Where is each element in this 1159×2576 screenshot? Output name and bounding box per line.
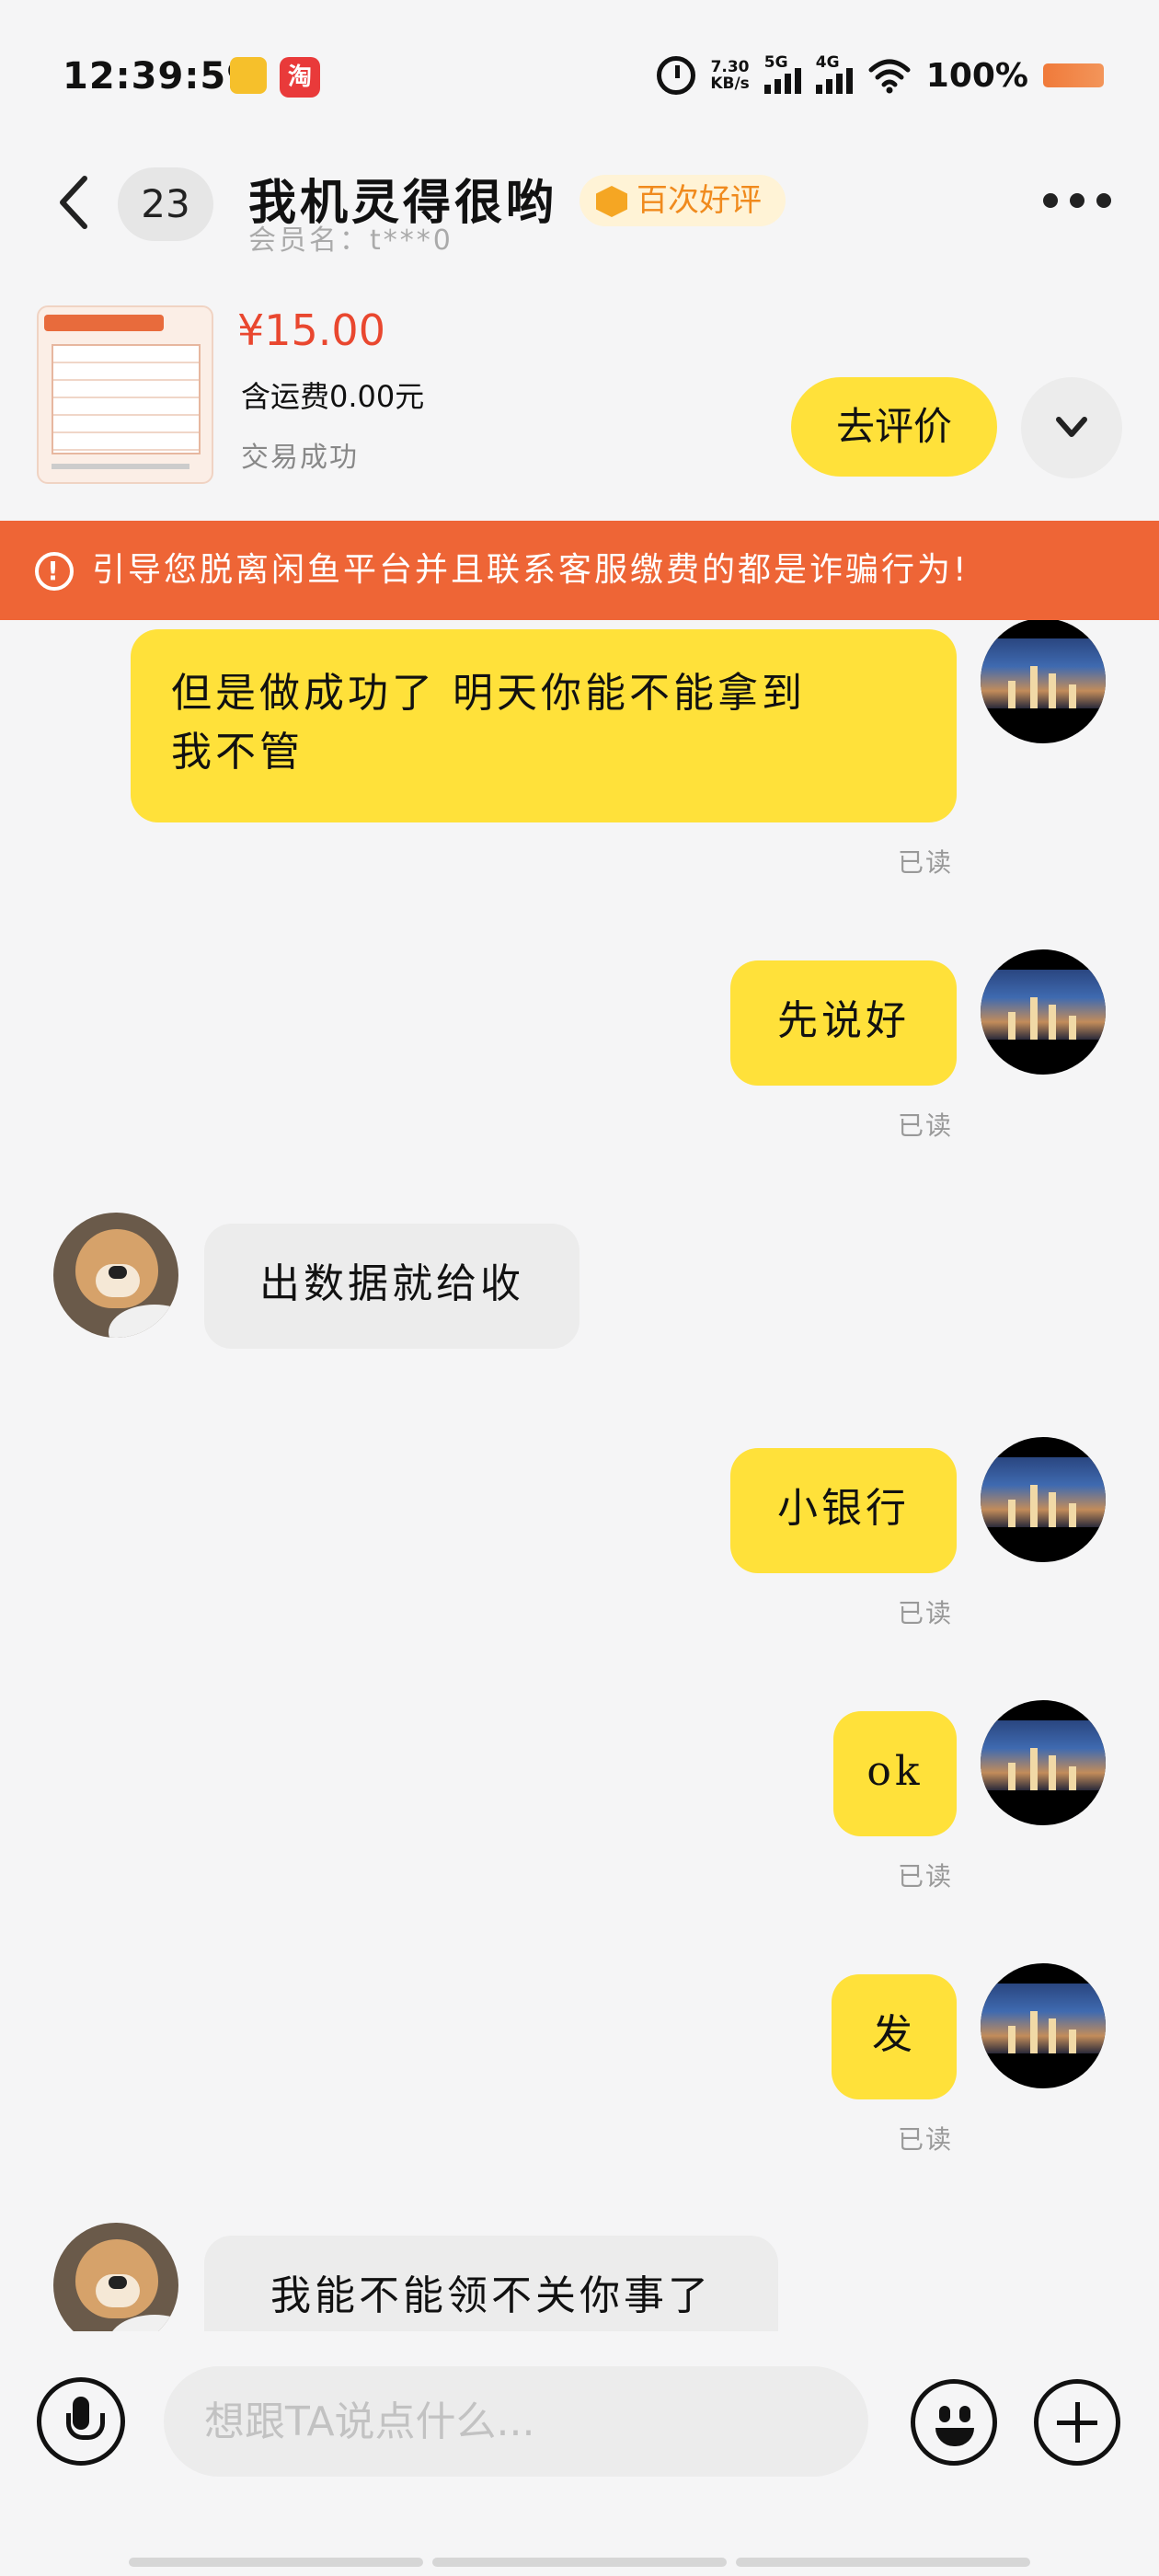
read-receipt: 已读 bbox=[898, 1598, 954, 1628]
product-card[interactable]: ¥15.00 含运费0.00元 交易成功 去评价 bbox=[0, 285, 1159, 521]
gesture-navigation-bar[interactable] bbox=[129, 2558, 1030, 2567]
notification-app-icon bbox=[230, 57, 267, 94]
my-avatar[interactable] bbox=[981, 620, 1106, 743]
message-bubble-outgoing[interactable]: 小银行 bbox=[730, 1448, 957, 1573]
alert-circle-icon: ! bbox=[35, 552, 74, 591]
product-thumbnail[interactable] bbox=[37, 305, 213, 484]
wifi-icon bbox=[868, 59, 911, 94]
battery-level: 100% bbox=[925, 56, 1028, 95]
signal-5g-icon: 5G bbox=[763, 53, 801, 94]
warning-text: 引导您脱离闲鱼平台并且联系客服缴费的都是诈骗行为! bbox=[92, 551, 970, 589]
message-input-bar bbox=[0, 2331, 1159, 2515]
chevron-left-icon[interactable] bbox=[55, 175, 92, 230]
signal-4g-icon: 4G bbox=[815, 53, 853, 94]
shipping-fee: 含运费0.00元 bbox=[241, 379, 425, 414]
member-name: 会员名：t***0 bbox=[248, 224, 453, 257]
status-time: 12:39:59 bbox=[63, 55, 253, 98]
my-avatar[interactable] bbox=[981, 1437, 1106, 1562]
battery-icon bbox=[1043, 63, 1104, 87]
badge-hex-icon bbox=[596, 186, 627, 217]
review-button[interactable]: 去评价 bbox=[791, 377, 997, 477]
seller-avatar[interactable] bbox=[53, 2223, 178, 2331]
network-speed: 7.30 KB/s bbox=[710, 58, 750, 93]
status-bar: 12:39:59 淘 7.30 KB/s 5G 4G 100% bbox=[0, 0, 1159, 147]
expand-button[interactable] bbox=[1021, 377, 1122, 478]
my-avatar[interactable] bbox=[981, 1700, 1106, 1825]
message-input[interactable] bbox=[164, 2366, 868, 2477]
message-bubble-outgoing[interactable]: ok bbox=[833, 1711, 957, 1836]
taobao-app-icon: 淘 bbox=[280, 57, 320, 98]
message-bubble-incoming[interactable]: 我能不能领不关你事了 bbox=[204, 2236, 778, 2331]
read-receipt: 已读 bbox=[898, 1110, 954, 1141]
emoji-icon[interactable] bbox=[911, 2379, 997, 2466]
seller-avatar[interactable] bbox=[53, 1213, 178, 1338]
chat-header: 23 我机灵得很哟 百次好评 会员名：t***0 bbox=[0, 147, 1159, 285]
unread-count-badge[interactable]: 23 bbox=[118, 167, 213, 241]
alarm-icon bbox=[657, 56, 696, 95]
my-avatar[interactable] bbox=[981, 1963, 1106, 2088]
trade-status: 交易成功 bbox=[241, 442, 359, 474]
read-receipt: 已读 bbox=[898, 1861, 954, 1892]
read-receipt: 已读 bbox=[898, 2124, 954, 2155]
microphone-icon[interactable] bbox=[37, 2377, 125, 2466]
message-bubble-incoming[interactable]: 出数据就给收 bbox=[204, 1224, 580, 1349]
rating-badge: 百次好评 bbox=[580, 175, 786, 226]
my-avatar[interactable] bbox=[981, 949, 1106, 1075]
plus-icon[interactable] bbox=[1034, 2379, 1120, 2466]
message-bubble-outgoing[interactable]: 先说好 bbox=[730, 960, 957, 1086]
message-list[interactable]: 但是做成功了 明天你能不能拿到 我不管 已读 先说好 已读 出数据就给收 小银行… bbox=[0, 620, 1159, 2331]
more-dots-icon[interactable] bbox=[1043, 193, 1111, 212]
message-bubble-outgoing[interactable]: 但是做成功了 明天你能不能拿到 我不管 bbox=[131, 629, 957, 822]
fraud-warning-banner: ! 引导您脱离闲鱼平台并且联系客服缴费的都是诈骗行为! bbox=[0, 521, 1159, 620]
product-price: ¥15.00 bbox=[237, 305, 385, 355]
read-receipt: 已读 bbox=[898, 847, 954, 878]
message-bubble-outgoing[interactable]: 发 bbox=[832, 1974, 957, 2099]
chevron-down-icon bbox=[1056, 417, 1087, 437]
